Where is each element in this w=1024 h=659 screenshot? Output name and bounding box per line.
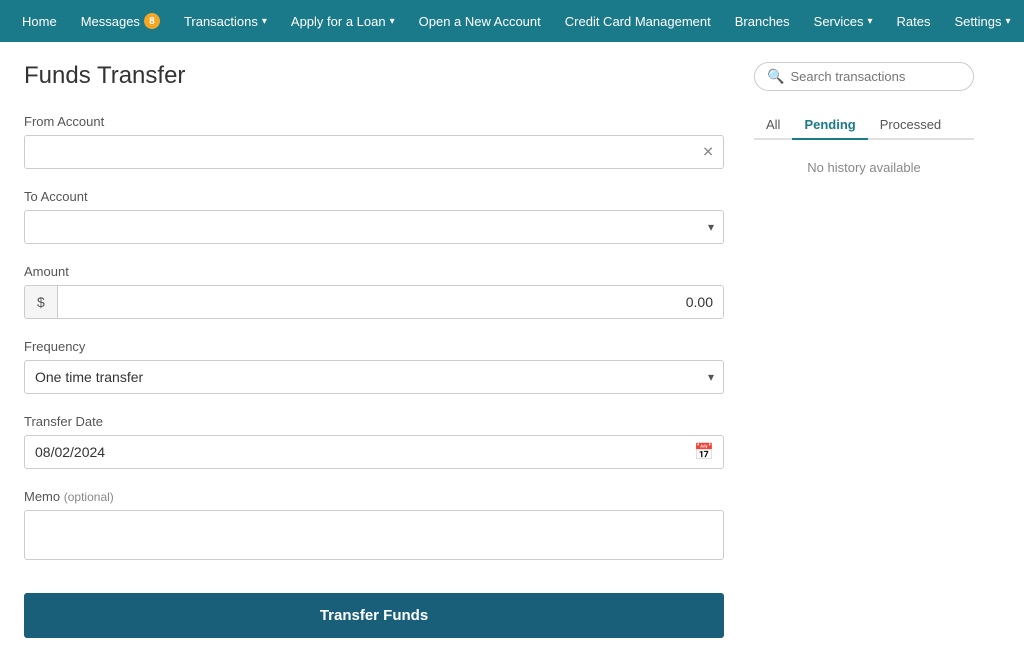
nav-branches[interactable]: Branches: [725, 0, 800, 42]
frequency-label: Frequency: [24, 339, 724, 354]
nav-apply-loan[interactable]: Apply for a Loan ▾: [281, 0, 405, 42]
nav-transactions-label: Transactions: [184, 14, 258, 29]
history-tabs: All Pending Processed: [754, 111, 974, 140]
from-account-input[interactable]: [24, 135, 724, 169]
nav-credit-card-label: Credit Card Management: [565, 14, 711, 29]
nav-settings[interactable]: Settings ▾: [945, 0, 1021, 42]
settings-chevron-icon: ▾: [1006, 16, 1011, 27]
right-panel: 🔍 All Pending Processed No history avail…: [754, 62, 974, 638]
memo-optional-text: (optional): [64, 490, 114, 504]
services-chevron-icon: ▾: [868, 16, 873, 27]
date-wrapper: 📅: [24, 435, 724, 469]
amount-label: Amount: [24, 264, 724, 279]
from-account-wrapper: ✕: [24, 135, 724, 169]
messages-badge: 8: [144, 13, 160, 29]
from-account-label: From Account: [24, 114, 724, 129]
frequency-group: Frequency One time transfer Weekly Bi-we…: [24, 339, 724, 394]
no-history-text: No history available: [754, 160, 974, 175]
apply-loan-chevron-icon: ▾: [390, 16, 395, 27]
nav-settings-label: Settings: [955, 14, 1002, 29]
tab-all[interactable]: All: [754, 111, 792, 140]
search-input[interactable]: [790, 69, 966, 84]
nav-open-account-label: Open a New Account: [419, 14, 541, 29]
transfer-date-group: Transfer Date 📅: [24, 414, 724, 469]
memo-group: Memo (optional): [24, 489, 724, 563]
transfer-funds-button[interactable]: Transfer Funds: [24, 593, 724, 638]
nav-messages[interactable]: Messages 8: [71, 0, 170, 42]
to-account-select[interactable]: [24, 210, 724, 244]
tab-processed[interactable]: Processed: [868, 111, 953, 140]
nav-transactions[interactable]: Transactions ▾: [174, 0, 277, 42]
nav-services[interactable]: Services ▾: [804, 0, 883, 42]
nav-branches-label: Branches: [735, 14, 790, 29]
nav-messages-label: Messages: [81, 14, 140, 29]
search-icon: 🔍: [767, 68, 784, 85]
form-area: Funds Transfer From Account ✕ To Account…: [24, 62, 724, 638]
page-container: Funds Transfer From Account ✕ To Account…: [0, 42, 1024, 658]
nav-home[interactable]: Home: [12, 0, 67, 42]
tab-all-label: All: [766, 117, 780, 132]
amount-group: Amount $: [24, 264, 724, 319]
from-account-group: From Account ✕: [24, 114, 724, 169]
to-account-label: To Account: [24, 189, 724, 204]
to-account-group: To Account ▾: [24, 189, 724, 244]
to-account-wrapper: ▾: [24, 210, 724, 244]
memo-input[interactable]: [24, 510, 724, 560]
amount-wrapper: $: [24, 285, 724, 319]
nav-rates-label: Rates: [897, 14, 931, 29]
nav-home-label: Home: [22, 14, 57, 29]
nav-services-label: Services: [814, 14, 864, 29]
nav-open-account[interactable]: Open a New Account: [409, 0, 551, 42]
memo-label-text: Memo: [24, 489, 60, 504]
transfer-date-input[interactable]: [24, 435, 724, 469]
page-title: Funds Transfer: [24, 62, 724, 90]
tab-pending[interactable]: Pending: [792, 111, 867, 140]
memo-label: Memo (optional): [24, 489, 724, 504]
nav-apply-loan-label: Apply for a Loan: [291, 14, 386, 29]
transfer-date-label: Transfer Date: [24, 414, 724, 429]
tab-pending-label: Pending: [804, 117, 855, 132]
tab-processed-label: Processed: [880, 117, 941, 132]
transactions-chevron-icon: ▾: [262, 16, 267, 27]
amount-input[interactable]: [58, 286, 723, 318]
amount-prefix: $: [25, 286, 58, 318]
nav-credit-card[interactable]: Credit Card Management: [555, 0, 721, 42]
main-nav: Home Messages 8 Transactions ▾ Apply for…: [0, 0, 1024, 42]
search-bar: 🔍: [754, 62, 974, 91]
frequency-select[interactable]: One time transfer Weekly Bi-weekly Month…: [24, 360, 724, 394]
nav-rates[interactable]: Rates: [887, 0, 941, 42]
frequency-wrapper: One time transfer Weekly Bi-weekly Month…: [24, 360, 724, 394]
